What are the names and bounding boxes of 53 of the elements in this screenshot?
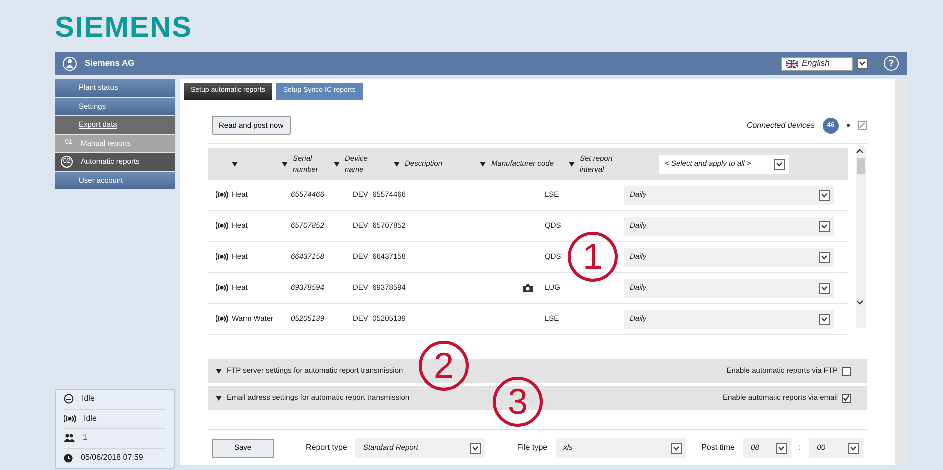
radio-signal-icon xyxy=(216,284,228,292)
dropdown-caret-icon[interactable] xyxy=(857,58,868,69)
dropdown-caret-icon[interactable] xyxy=(774,158,785,170)
clock-icon xyxy=(64,454,73,463)
gauge-icon xyxy=(64,394,74,404)
sort-icon xyxy=(394,162,400,166)
field-label: Report type xyxy=(306,442,348,454)
radio-signal-icon xyxy=(216,315,228,323)
dropdown-caret-icon[interactable] xyxy=(819,220,830,232)
header-title: Siemens AG xyxy=(85,57,135,70)
time-separator: : xyxy=(798,442,802,454)
dropdown-caret-icon[interactable] xyxy=(819,190,830,200)
status-text: 05/06/2018 07:59 xyxy=(81,452,144,464)
dropdown-caret-icon[interactable] xyxy=(776,442,787,454)
dropdown-caret-icon[interactable] xyxy=(848,442,860,454)
callout-number: 2 xyxy=(419,341,469,391)
radio-signal-icon xyxy=(216,253,228,261)
radio-signal-icon xyxy=(64,414,76,423)
users-icon xyxy=(64,434,75,442)
scroll-up-icon xyxy=(856,148,864,154)
logo-wordmark: SIEMENS xyxy=(55,11,194,46)
callout-number: 1 xyxy=(568,232,618,282)
sort-icon xyxy=(216,396,222,400)
sort-icon xyxy=(334,162,340,166)
status-text: Idle xyxy=(84,412,97,425)
sort-icon xyxy=(282,162,288,166)
callout-number: 3 xyxy=(493,377,543,427)
field-label: Post time xyxy=(702,442,735,454)
expand-icon xyxy=(858,121,867,130)
dropdown-caret-icon[interactable] xyxy=(819,282,830,294)
scroll-thumb xyxy=(857,158,865,174)
language-select[interactable]: English xyxy=(781,56,853,70)
checkbox[interactable] xyxy=(842,366,851,376)
dropdown-caret-icon[interactable] xyxy=(819,252,830,262)
help-button[interactable]: ? xyxy=(884,56,899,71)
user-icon xyxy=(63,56,77,70)
dot-icon xyxy=(847,124,850,127)
sort-icon xyxy=(569,162,575,166)
checkbox[interactable] xyxy=(842,394,851,402)
sort-icon xyxy=(216,368,222,374)
sort-icon xyxy=(480,162,486,166)
dropdown-caret-icon[interactable] xyxy=(670,442,682,454)
field-label: File type xyxy=(517,442,548,454)
flag-icon xyxy=(786,60,798,68)
status-text: Idle xyxy=(82,393,95,406)
connected-devices-label: Connected devices xyxy=(746,120,815,132)
dropdown-caret-icon[interactable] xyxy=(470,442,482,454)
status-text: 1 xyxy=(83,432,88,444)
scroll-down-icon xyxy=(856,300,864,306)
dropdown-caret-icon[interactable] xyxy=(819,314,830,324)
sort-icon xyxy=(232,162,238,166)
radio-signal-icon xyxy=(216,191,228,199)
radio-signal-icon xyxy=(216,222,228,230)
